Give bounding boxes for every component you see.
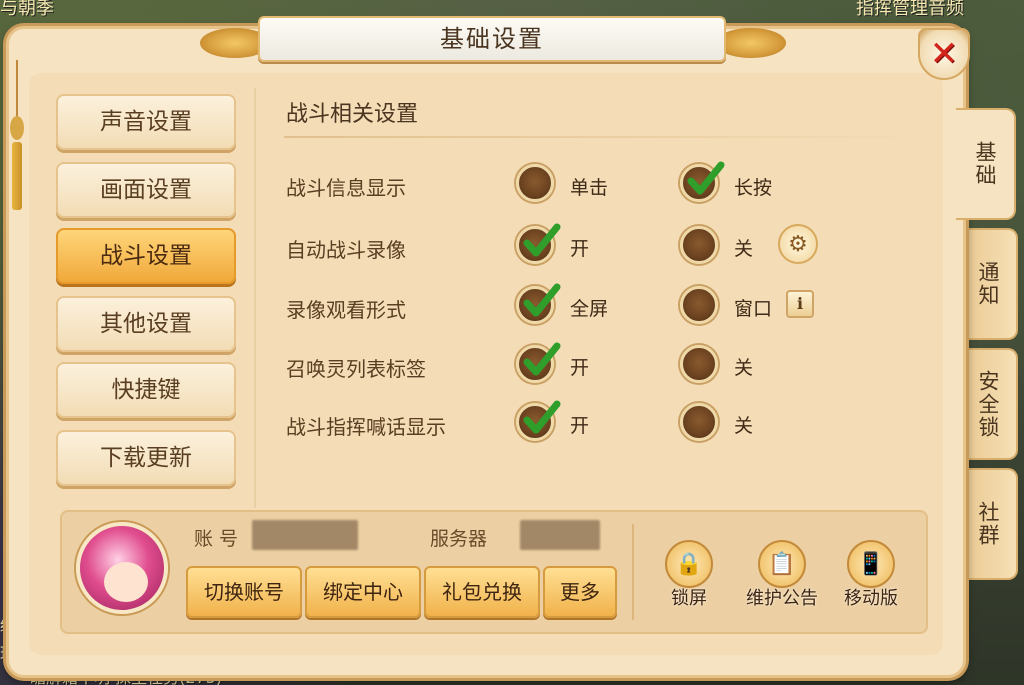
radio-battle-info-single[interactable] xyxy=(516,164,554,202)
row-label-replay-mode: 录像观看形式 xyxy=(286,298,406,322)
tool-label: 移动版 xyxy=(844,588,898,609)
check-icon xyxy=(523,283,561,317)
check-icon xyxy=(523,223,561,257)
option-label: 关 xyxy=(734,415,754,437)
server-value-redacted xyxy=(520,520,600,550)
maintenance-notice-button[interactable]: 📋 维护公告 xyxy=(740,540,824,610)
radio-summon-tabs-off[interactable] xyxy=(680,345,718,383)
menu-divider xyxy=(254,88,256,508)
menu-shortcuts[interactable]: 快捷键 xyxy=(56,362,236,418)
row-label-command-shout: 战斗指挥喊话显示 xyxy=(286,415,446,439)
info-icon[interactable]: i xyxy=(786,290,814,318)
gear-icon[interactable]: ⚙ xyxy=(778,224,818,264)
check-icon xyxy=(523,400,561,434)
tassel-ornament xyxy=(10,60,24,210)
option-label: 开 xyxy=(570,415,590,437)
avatar[interactable] xyxy=(76,522,168,614)
radio-auto-record-off[interactable] xyxy=(680,226,718,264)
option-label: 开 xyxy=(570,357,590,379)
check-icon xyxy=(687,161,725,195)
row-label-auto-record: 自动战斗录像 xyxy=(286,238,406,262)
bg-text-top-right: 指挥管理音频 xyxy=(856,0,964,19)
account-divider xyxy=(632,524,634,620)
option-label: 开 xyxy=(570,238,590,260)
radio-replay-window[interactable] xyxy=(680,286,718,324)
server-label: 服务器 xyxy=(430,528,488,550)
radio-battle-info-long[interactable] xyxy=(680,161,725,202)
menu-sound-settings[interactable]: 声音设置 xyxy=(56,94,236,150)
row-label-summon-tabs: 召唤灵列表标签 xyxy=(286,357,426,381)
switch-account-button[interactable]: 切换账号 xyxy=(186,566,302,618)
tab-notify[interactable]: 通知 xyxy=(960,228,1018,340)
radio-command-shout-on[interactable] xyxy=(516,400,561,441)
title-ornament-right xyxy=(716,28,786,58)
option-label: 窗口 xyxy=(734,298,773,320)
option-label: 关 xyxy=(734,357,754,379)
radio-replay-fullscreen[interactable] xyxy=(516,283,561,324)
tool-label: 锁屏 xyxy=(671,588,707,609)
dialog-title: 基础设置 xyxy=(440,25,544,53)
tool-label: 维护公告 xyxy=(746,588,818,609)
option-label: 长按 xyxy=(734,177,773,199)
clipboard-icon: 📋 xyxy=(758,540,806,588)
mobile-version-button[interactable]: 📱 移动版 xyxy=(836,540,906,610)
account-value-redacted xyxy=(252,520,358,550)
menu-other-settings[interactable]: 其他设置 xyxy=(56,296,236,352)
bg-text-top-left: 与朝季 xyxy=(0,0,54,19)
gift-redeem-button[interactable]: 礼包兑换 xyxy=(424,566,540,618)
option-label: 关 xyxy=(734,238,754,260)
close-button[interactable]: ✕ xyxy=(918,28,970,80)
option-label: 全屏 xyxy=(570,298,609,320)
tab-community[interactable]: 社群 xyxy=(960,468,1018,580)
dialog-title-banner: 基础设置 xyxy=(258,16,726,62)
radio-summon-tabs-on[interactable] xyxy=(516,342,561,383)
check-icon xyxy=(523,342,561,376)
lock-icon: 🔒 xyxy=(665,540,713,588)
phone-icon: 📱 xyxy=(847,540,895,588)
binding-center-button[interactable]: 绑定中心 xyxy=(305,566,421,618)
section-title: 战斗相关设置 xyxy=(286,102,419,127)
tab-security-lock[interactable]: 安全锁 xyxy=(960,348,1018,460)
radio-command-shout-off[interactable] xyxy=(680,403,718,441)
tab-basic[interactable]: 基础 xyxy=(956,108,1016,220)
radio-auto-record-on[interactable] xyxy=(516,223,561,264)
row-label-battle-info: 战斗信息显示 xyxy=(286,176,406,200)
section-divider xyxy=(284,136,924,138)
menu-download-update[interactable]: 下载更新 xyxy=(56,430,236,486)
menu-battle-settings[interactable]: 战斗设置 xyxy=(56,228,236,284)
account-label: 账 号 xyxy=(194,528,239,550)
option-label: 单击 xyxy=(570,177,609,199)
close-icon: ✕ xyxy=(929,34,959,74)
menu-display-settings[interactable]: 画面设置 xyxy=(56,162,236,218)
more-button[interactable]: 更多 xyxy=(543,566,617,618)
lock-screen-button[interactable]: 🔒 锁屏 xyxy=(654,540,724,610)
